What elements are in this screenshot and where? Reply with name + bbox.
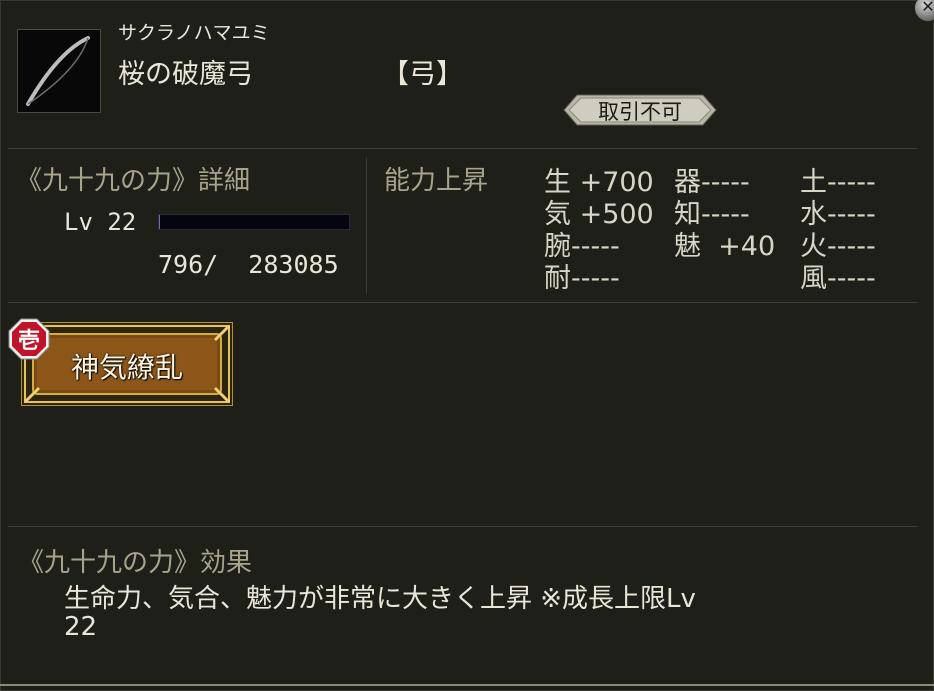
effect-title: 《九十九の力》効果 (18, 548, 253, 578)
experience-text: 796/ 283085 (158, 250, 339, 279)
stat-wind: 風----- (800, 263, 876, 294)
bow-icon (26, 36, 90, 106)
close-icon: ✕ (921, 0, 934, 16)
close-button[interactable]: ✕ (914, 0, 934, 22)
trade-status-text: 取引不可 (598, 100, 682, 124)
detail-title: 《九十九の力》詳細 (16, 166, 251, 196)
vertical-divider (366, 158, 367, 294)
effect-description-cont: 22 (64, 612, 98, 642)
item-detail-window: ✕ サクラノハマユミ 桜の破魔弓 【弓】 取引不可 《九十九の力》詳細 Lv 2… (0, 0, 934, 691)
trade-status-badge: 取引不可 (563, 94, 717, 126)
experience-bar (158, 214, 350, 230)
experience-bar-fill (159, 215, 160, 229)
ability-header: 能力上昇 (384, 166, 489, 196)
rank-badge: 壱 (8, 318, 50, 360)
badge-text: 壱 (17, 329, 40, 354)
divider (8, 302, 918, 303)
item-icon-frame (17, 29, 101, 113)
item-reading: サクラノハマユミ (118, 22, 270, 44)
divider (8, 148, 918, 149)
item-category: 【弓】 (382, 59, 463, 90)
skill-name: 神気繚乱 (70, 351, 183, 384)
skill-button[interactable]: 神気繚乱 (21, 322, 233, 406)
stat-endurance: 耐----- (544, 263, 620, 294)
level-label: Lv 22 (64, 208, 137, 236)
item-name: 桜の破魔弓 (118, 59, 253, 90)
stat-charm: 魅 +40 (674, 231, 776, 262)
effect-description: 生命力、気合、魅力が非常に大きく上昇 ※成長上限Lv (64, 584, 696, 614)
divider (8, 526, 918, 527)
bottom-border (0, 684, 934, 686)
